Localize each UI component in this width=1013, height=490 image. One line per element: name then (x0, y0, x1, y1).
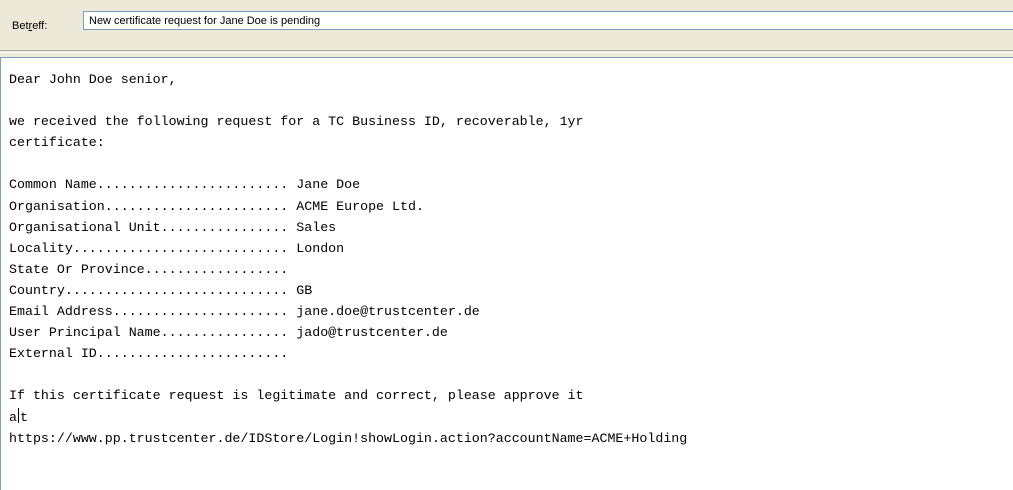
field-line-locality: Locality........................... Lond… (9, 240, 345, 256)
field-line-common-name: Common Name........................ Jane… (9, 177, 361, 193)
text-cursor (17, 407, 19, 423)
closing-line-at: at (9, 407, 28, 425)
field-line-organisational-unit: Organisational Unit................ Sale… (9, 219, 337, 235)
message-body-editor[interactable]: Dear John Doe senior, we received the fol… (0, 57, 1013, 490)
subject-label: Betreff: (12, 20, 48, 32)
field-line-external-id: External ID........................ (9, 346, 289, 362)
subject-input[interactable]: New certificate request for Jane Doe is … (83, 11, 1013, 30)
field-line-country: Country............................ GB (9, 282, 313, 298)
subject-bar: Betreff: New certificate request for Jan… (0, 0, 1013, 40)
intro-line: we received the following request for a … (9, 114, 584, 130)
field-line-email: Email Address...................... jane… (9, 304, 480, 320)
header-divider (0, 50, 1013, 53)
approval-link[interactable]: https://www.pp.trustcenter.de/IDStore/Lo… (9, 428, 1013, 449)
closing-line: If this certificate request is legitimat… (9, 388, 584, 404)
field-line-state: State Or Province.................. (9, 261, 289, 277)
field-line-organisation: Organisation....................... ACME… (9, 198, 424, 214)
intro-line: certificate: (9, 135, 105, 151)
field-line-upn: User Principal Name................ jado… (9, 325, 448, 341)
compose-window: Betreff: New certificate request for Jan… (0, 0, 1013, 490)
greeting-line: Dear John Doe senior, (9, 72, 177, 87)
message-body-text: Dear John Doe senior, we received the fol… (1, 58, 1013, 449)
